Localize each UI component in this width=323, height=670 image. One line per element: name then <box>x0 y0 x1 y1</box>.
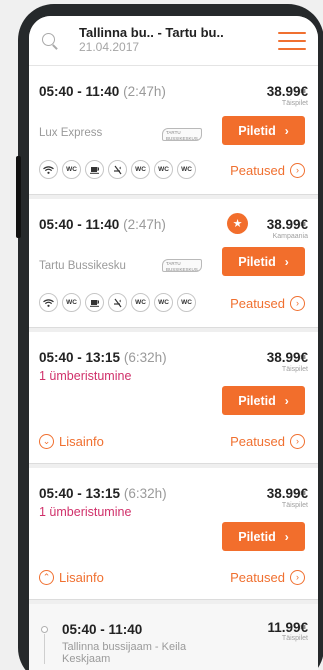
route-summary[interactable]: Tallinna bu.. - Tartu bu.. 21.04.2017 <box>79 25 278 55</box>
search-icon[interactable] <box>41 32 59 50</box>
tickets-button[interactable]: Piletid › <box>222 386 305 415</box>
transfer-count: 1 ümberistumine <box>39 505 132 519</box>
app-screen: Tallinna bu.. - Tartu bu.. 21.04.2017 05… <box>29 16 318 670</box>
amenities: WC WC WC WC <box>39 293 196 312</box>
coffee-icon <box>85 160 104 179</box>
trip-duration: (2:47h) <box>123 217 166 232</box>
no-smoking-icon <box>108 160 127 179</box>
trip-card: 05:40 - 11:40 (2:47h) ★ 38.99€ Kampaania… <box>29 199 318 328</box>
transfer-count: 1 ümberistumine <box>39 369 132 383</box>
tickets-button[interactable]: Piletid › <box>222 522 305 551</box>
trip-time: 05:40 - 13:15 (6:32h) <box>39 486 167 501</box>
chevron-right-icon: › <box>290 570 305 585</box>
chevron-right-icon: › <box>284 123 289 138</box>
chevron-right-icon: › <box>284 393 289 408</box>
trip-card: 05:40 - 13:15 (6:32h) 38.99€ Täispilet 1… <box>29 468 318 600</box>
operator-logo: TARTU BUSSIKESKUS <box>162 259 202 272</box>
menu-icon[interactable] <box>278 30 306 52</box>
stops-link[interactable]: Peatused › <box>230 570 305 585</box>
trip-price: 38.99€ <box>266 217 308 232</box>
wc-icon: WC <box>131 160 150 179</box>
operator-name: Lux Express <box>39 127 103 139</box>
trip-card: 05:40 - 13:15 (6:32h) 38.99€ Täispilet 1… <box>29 332 318 464</box>
operator-logo: TARTU BUSSIKESKUS <box>162 128 202 141</box>
segment-stations: Tallinna bussijaam - Keila Keskjaam <box>62 641 187 665</box>
stops-link[interactable]: Peatused › <box>230 296 305 311</box>
ticket-type: Täispilet <box>281 635 308 642</box>
chevron-down-icon: ⌄ <box>39 434 54 449</box>
trip-time: 05:40 - 11:40 (2:47h) <box>39 217 166 232</box>
trip-price: 38.99€ <box>266 84 308 99</box>
operator-name: Tartu Bussikesku <box>39 260 126 272</box>
amenities: WC WC WC WC <box>39 160 196 179</box>
chevron-right-icon: › <box>284 254 289 269</box>
trip-duration: (6:32h) <box>123 350 167 365</box>
chevron-right-icon: › <box>284 529 289 544</box>
ticket-type: Täispilet <box>281 502 308 509</box>
coffee-icon <box>85 293 104 312</box>
wifi-icon <box>39 293 58 312</box>
more-info-toggle[interactable]: ⌃ Lisainfo <box>39 570 104 585</box>
ticket-type: Kampaania <box>272 233 308 240</box>
wc-icon: WC <box>154 160 173 179</box>
trip-price: 38.99€ <box>266 350 308 365</box>
wc-icon: WC <box>177 293 196 312</box>
chevron-right-icon: › <box>290 434 305 449</box>
timeline-line <box>44 634 45 664</box>
route-date: 21.04.2017 <box>79 40 140 55</box>
timeline-dot <box>41 626 48 633</box>
wc-icon: WC <box>131 293 150 312</box>
tickets-button[interactable]: Piletid › <box>222 116 305 145</box>
trip-duration: (2:47h) <box>123 84 166 99</box>
wifi-icon <box>39 160 58 179</box>
trip-time: 05:40 - 11:40 (2:47h) <box>39 84 166 99</box>
trip-price: 38.99€ <box>266 486 308 501</box>
wc-icon: WC <box>154 293 173 312</box>
wc-icon: WC <box>62 160 81 179</box>
ticket-type: Täispilet <box>281 366 308 373</box>
chevron-right-icon: › <box>290 163 305 178</box>
trip-card-expanded: 05:40 - 11:40 11.99€ Täispilet Tallinna … <box>29 604 318 670</box>
trip-price: 11.99€ <box>267 620 308 635</box>
wc-icon: WC <box>177 160 196 179</box>
trip-time: 05:40 - 11:40 <box>62 622 143 637</box>
tickets-button[interactable]: Piletid › <box>222 247 305 276</box>
trip-card: 05:40 - 11:40 (2:47h) 38.99€ Täispilet L… <box>29 66 318 195</box>
chevron-up-icon: ⌃ <box>39 570 54 585</box>
stops-link[interactable]: Peatused › <box>230 163 305 178</box>
stops-link[interactable]: Peatused › <box>230 434 305 449</box>
wc-icon: WC <box>62 293 81 312</box>
header: Tallinna bu.. - Tartu bu.. 21.04.2017 <box>29 16 318 66</box>
no-smoking-icon <box>108 293 127 312</box>
trip-time: 05:40 - 13:15 (6:32h) <box>39 350 167 365</box>
ticket-type: Täispilet <box>281 100 308 107</box>
chevron-right-icon: › <box>290 296 305 311</box>
route-title: Tallinna bu.. - Tartu bu.. <box>79 25 224 41</box>
trip-duration: (6:32h) <box>123 486 167 501</box>
star-icon: ★ <box>227 213 248 234</box>
phone-side-button <box>16 156 21 238</box>
more-info-toggle[interactable]: ⌄ Lisainfo <box>39 434 104 449</box>
